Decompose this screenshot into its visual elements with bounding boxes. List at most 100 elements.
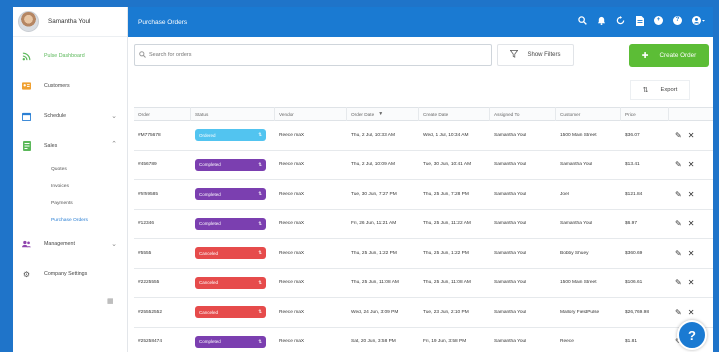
help-circle-icon[interactable]: ? [673,16,682,25]
delete-x-icon[interactable]: ✕ [688,308,695,317]
table-row[interactable]: #M775678 Ordered ⇅ Reece maX Thu, 2 Jul, 10:… [134,121,713,151]
status-dropdown[interactable]: Canceled ⇅ [195,306,266,319]
sidebar-subitem-purchase-orders[interactable]: Purchase Orders [13,212,127,229]
edit-pencil-icon[interactable]: ✎ [675,308,682,317]
customer-cell: Joel [560,191,569,197]
vendor-cell: Reece maX [279,339,305,345]
help-chat-button[interactable]: ? [677,320,707,350]
sidebar-item-company-settings[interactable]: ⚙ Company Settings [13,259,127,289]
column-header-customer[interactable]: Customer [556,107,621,121]
status-label: Canceled [199,250,219,256]
bell-icon[interactable] [597,16,606,25]
create-order-button[interactable]: ✚ Create Order [629,44,709,67]
table-row[interactable]: #25552552 Canceled ⇅ Reece maX Wed, 24 Jun, … [134,298,713,328]
search-input[interactable] [149,52,479,58]
price-cell: $6.97 [625,221,638,227]
search-box[interactable] [134,44,492,66]
column-header-status[interactable]: Status [191,107,275,121]
search-icon[interactable] [578,16,587,25]
table-row[interactable]: #25258474 Completed ⇅ Reece maX Sat, 20 Jun,… [134,328,713,352]
price-cell: $13.41 [625,162,640,168]
sidebar-subitem-payments[interactable]: Payments [13,195,127,212]
sidebar-item-label: Management [44,241,75,247]
row-actions: ✎✕ [669,160,713,169]
status-label: Completed [199,339,221,345]
edit-pencil-icon[interactable]: ✎ [675,249,682,258]
delete-x-icon[interactable]: ✕ [688,160,695,169]
refresh-icon[interactable] [616,16,625,25]
sidebar-subitem-invoices[interactable]: Invoices [13,178,127,195]
sidebar-item-management[interactable]: Management ⌄ [13,229,127,259]
status-dropdown[interactable]: Completed ⇅ [195,217,266,230]
sidebar-item-sales[interactable]: Sales ⌃ [13,131,127,161]
table-row[interactable]: #456789 Completed ⇅ Reece maX Thu, 2 Jul, 10… [134,151,713,180]
sidebar-item-label: Sales [44,143,58,149]
status-dropdown[interactable]: Completed ⇅ [195,188,266,201]
column-header-vendor[interactable]: Vendor [275,107,347,121]
assigned-to-cell: Samantha Youl [494,191,527,197]
order-number-cell: #2225555 [138,280,160,286]
delete-x-icon[interactable]: ✕ [688,131,695,140]
price-cell: $1.81 [625,339,638,345]
sidebar-item-label: Pulse Dashboard [44,53,85,59]
column-header-order[interactable]: Order [134,107,191,121]
updown-caret-icon: ⇅ [258,132,262,138]
order-date-cell: Wed, 24 Jun, 3:09 PM [351,309,399,315]
customer-cell: Mallory FieldPulse [560,309,600,315]
table-row[interactable]: #hfh9585 Completed ⇅ Reece maX Tue, 30 Jun, … [134,180,713,210]
column-header-price[interactable]: Price [621,107,669,121]
delete-x-icon[interactable]: ✕ [688,219,695,228]
table-row[interactable]: #5555 Canceled ⇅ Reece maX Thu, 25 Jun, 1:22… [134,239,713,269]
column-header-order-date[interactable]: Order Date ▼ [347,107,419,121]
status-dropdown[interactable]: Canceled ⇅ [195,276,266,289]
column-header-create-date[interactable]: Create Date [419,107,490,121]
row-actions: ✎✕ [669,278,713,287]
edit-pencil-icon[interactable]: ✎ [675,190,682,199]
document-icon[interactable] [635,16,644,26]
column-header-actions [669,107,713,121]
status-dropdown[interactable]: Completed ⇅ [195,335,266,348]
price-cell: $36.07 [625,132,640,138]
sidebar-item-label: Customers [44,83,70,89]
status-cell: Completed ⇅ [191,158,275,171]
sidebar-item-schedule[interactable]: Schedule ⌄ [13,101,127,131]
edit-pencil-icon[interactable]: ✎ [675,131,682,140]
status-cell: Completed ⇅ [191,335,275,348]
edit-pencil-icon[interactable]: ✎ [675,160,682,169]
status-dropdown[interactable]: Canceled ⇅ [195,247,266,260]
collapse-sidebar-icon[interactable]: ▦ [107,297,114,305]
create-date-cell: Tue, 23 Jun, 2:10 PM [423,309,469,315]
delete-x-icon[interactable]: ✕ [688,190,695,199]
delete-x-icon[interactable]: ✕ [688,249,695,258]
status-label: Canceled [199,309,219,315]
table-row[interactable]: #12346 Completed ⇅ Reece maX Fri, 26 Jun, 11… [134,210,713,239]
customer-cell: Samantha Youl [560,221,593,227]
avatar[interactable] [18,11,39,32]
chevron-down-icon[interactable]: ⌄ [111,240,117,248]
filter-icon [510,50,519,60]
add-circle-icon[interactable]: + [654,16,663,25]
sidebar-item-customers[interactable]: Customers [13,71,127,101]
profile[interactable]: Samantha Youl [13,7,127,37]
sidebar-subitem-quotes[interactable]: Quotes [13,161,127,178]
account-menu-icon[interactable] [692,16,705,25]
vendor-cell: Reece maX [279,309,305,315]
column-header-assigned-to[interactable]: Assigned To [490,107,556,121]
edit-pencil-icon[interactable]: ✎ [675,219,682,228]
row-actions: ✎✕ [669,308,713,317]
status-dropdown[interactable]: Ordered ⇅ [195,129,266,142]
order-date-cell: Thu, 2 Jul, 10:33 AM [351,132,395,138]
status-dropdown[interactable]: Completed ⇅ [195,158,266,171]
show-filters-button[interactable]: Show Filters [497,44,574,66]
chevron-down-icon[interactable]: ⌄ [111,112,117,120]
gear-icon: ⚙ [22,269,31,279]
search-icon [139,50,146,60]
edit-pencil-icon[interactable]: ✎ [675,278,682,287]
updown-caret-icon: ⇅ [258,161,262,167]
sort-descending-icon[interactable]: ▼ [378,111,383,117]
chevron-up-icon[interactable]: ⌃ [111,140,117,148]
delete-x-icon[interactable]: ✕ [688,278,695,287]
table-row[interactable]: #2225555 Canceled ⇅ Reece maX Thu, 25 Jun, 1… [134,269,713,298]
sidebar-item-pulse-dashboard[interactable]: Pulse Dashboard [13,41,127,71]
export-button[interactable]: ⇅ Export [630,80,690,100]
